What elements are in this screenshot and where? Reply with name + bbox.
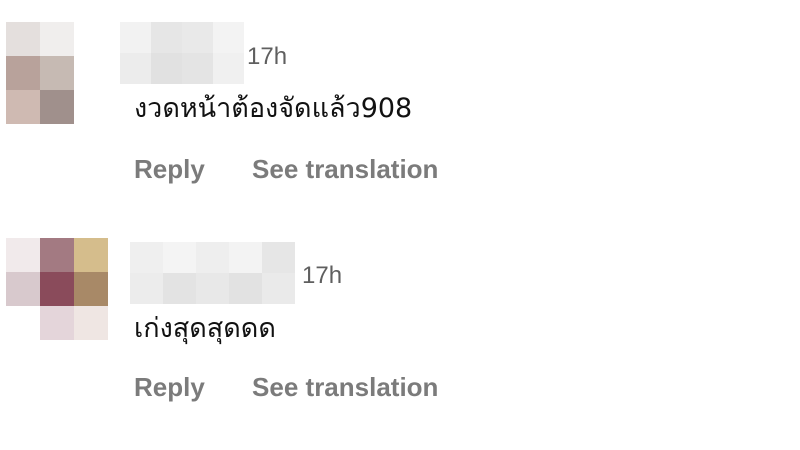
avatar-pixel xyxy=(6,238,40,272)
username-pixel xyxy=(229,242,262,273)
avatar-pixel xyxy=(40,272,74,306)
avatar-pixel xyxy=(74,22,108,56)
username-pixel xyxy=(213,53,244,84)
username-pixel xyxy=(229,273,262,304)
comment-timestamp: 17h xyxy=(302,262,343,289)
avatar-pixel xyxy=(6,90,40,124)
username-pixel xyxy=(163,242,196,273)
comment-actions: Reply See translation xyxy=(134,156,438,182)
username-pixel xyxy=(262,273,295,304)
comment-actions: Reply See translation xyxy=(134,374,438,400)
see-translation-button[interactable]: See translation xyxy=(252,374,438,400)
avatar-pixel xyxy=(6,56,40,90)
username-pixel xyxy=(262,242,295,273)
username-pixel xyxy=(151,53,182,84)
username-pixel xyxy=(182,22,213,53)
username-pixel xyxy=(130,273,163,304)
comment-text: เก่งสุดสุดดด xyxy=(134,313,276,344)
username-pixel xyxy=(130,242,163,273)
comment-item: 17h เก่งสุดสุดดด Reply See translation xyxy=(0,215,800,435)
see-translation-button[interactable]: See translation xyxy=(252,156,438,182)
avatar-pixel xyxy=(74,306,108,340)
username-pixel xyxy=(213,22,244,53)
avatar-pixel xyxy=(74,272,108,306)
username-blurred[interactable] xyxy=(130,242,295,304)
username-pixel xyxy=(120,22,151,53)
comment-text: งวดหน้าต้องจัดแล้ว908 xyxy=(134,93,413,124)
avatar[interactable] xyxy=(6,238,108,340)
reply-button[interactable]: Reply xyxy=(134,374,205,400)
username-pixel xyxy=(196,242,229,273)
avatar-pixel xyxy=(40,306,74,340)
avatar-pixel xyxy=(6,272,40,306)
username-pixel xyxy=(182,53,213,84)
comments-list: 17h งวดหน้าต้องจัดแล้ว908 Reply See tran… xyxy=(0,0,800,450)
username-pixel xyxy=(151,22,182,53)
avatar-pixel xyxy=(40,238,74,272)
username-pixel xyxy=(163,273,196,304)
avatar-pixel xyxy=(74,238,108,272)
comment-item: 17h งวดหน้าต้องจัดแล้ว908 Reply See tran… xyxy=(0,0,800,200)
avatar-pixel xyxy=(40,90,74,124)
avatar-pixel xyxy=(40,56,74,90)
username-pixel xyxy=(196,273,229,304)
avatar-pixel xyxy=(74,56,108,90)
avatar-pixel xyxy=(6,306,40,340)
avatar-pixel xyxy=(40,22,74,56)
avatar[interactable] xyxy=(6,22,108,124)
reply-button[interactable]: Reply xyxy=(134,156,205,182)
username-blurred[interactable] xyxy=(120,22,244,84)
username-pixel xyxy=(120,53,151,84)
comment-timestamp: 17h xyxy=(247,43,288,70)
avatar-pixel xyxy=(6,22,40,56)
avatar-pixel xyxy=(74,90,108,124)
